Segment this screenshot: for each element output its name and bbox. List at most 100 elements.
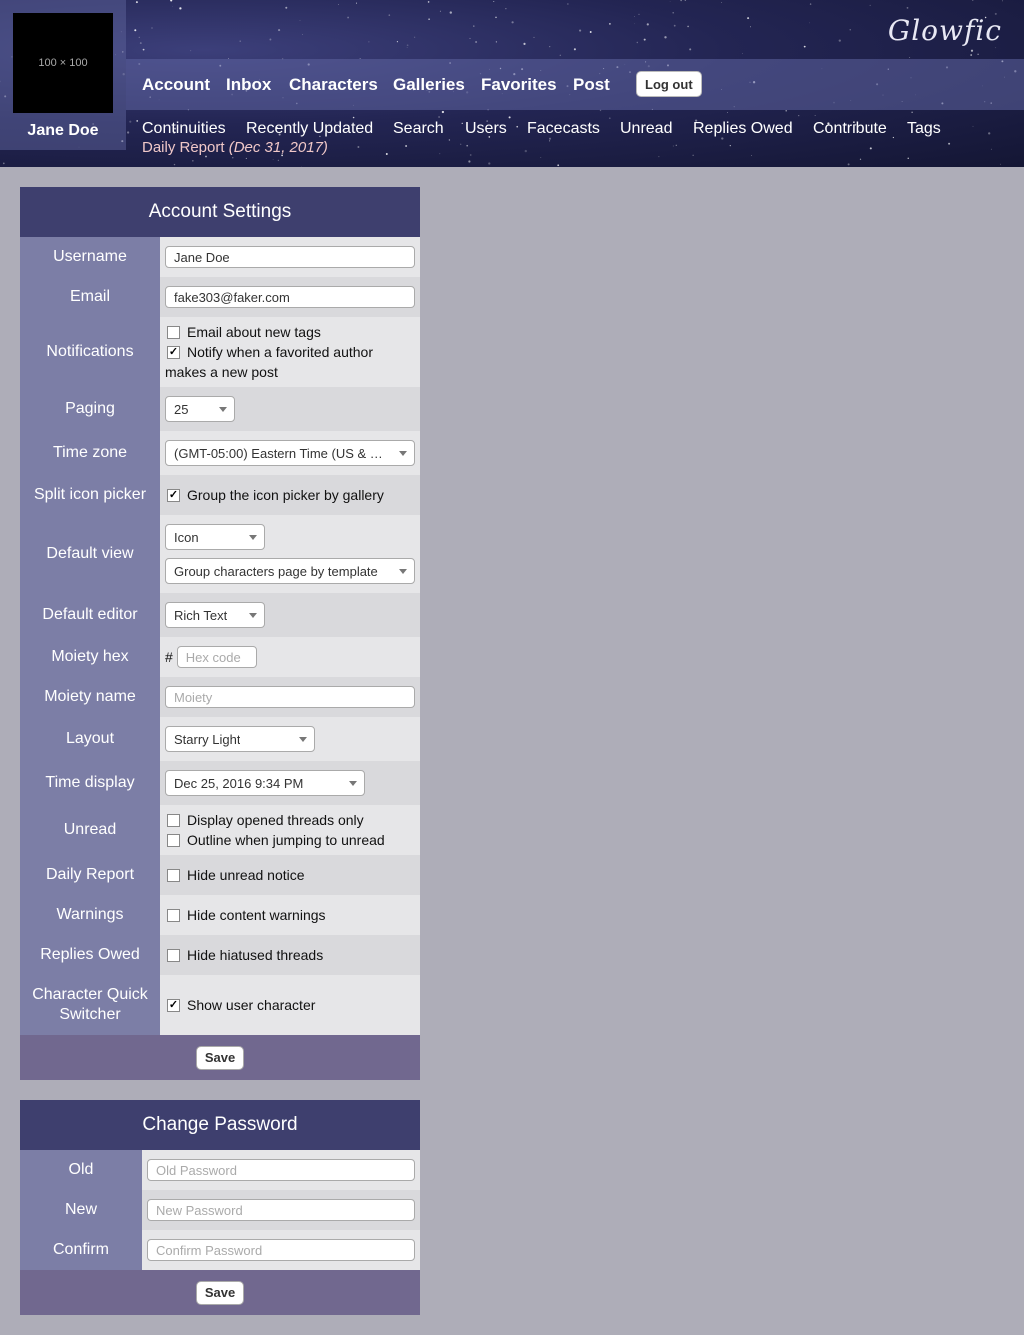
character-grouping-select[interactable]: Group characters page by template bbox=[165, 558, 415, 584]
chevron-down-icon bbox=[399, 451, 407, 456]
star bbox=[448, 139, 451, 141]
star bbox=[232, 157, 234, 159]
split-icon-picker-text: Group the icon picker by gallery bbox=[187, 487, 384, 503]
star bbox=[338, 4, 339, 5]
star bbox=[135, 1, 138, 4]
star bbox=[151, 27, 153, 29]
star bbox=[859, 158, 862, 160]
star bbox=[469, 37, 471, 39]
star bbox=[747, 17, 750, 20]
default-editor-value: Rich Text bbox=[174, 607, 228, 623]
star bbox=[495, 16, 497, 19]
confirm-password-input[interactable] bbox=[147, 1239, 415, 1261]
daily-report-label: Daily Report bbox=[142, 139, 225, 156]
nav-facecasts[interactable]: Facecasts bbox=[527, 120, 600, 138]
star bbox=[658, 156, 660, 158]
star bbox=[646, 23, 649, 26]
quick-switcher-row: Character Quick Switcher ✓ Show user char… bbox=[20, 975, 420, 1035]
nav-replies-owed[interactable]: Replies Owed bbox=[693, 120, 793, 138]
star bbox=[798, 115, 800, 117]
nav-tags[interactable]: Tags bbox=[907, 120, 941, 138]
default-editor-select[interactable]: Rich Text bbox=[165, 602, 265, 628]
avatar[interactable]: 100 × 100 bbox=[13, 13, 113, 113]
hide-hiatused-threads-checkbox[interactable] bbox=[167, 949, 180, 962]
site-logo[interactable]: Glowfic bbox=[888, 14, 1002, 47]
hide-unread-notice-checkbox[interactable] bbox=[167, 869, 180, 882]
split-icon-picker-checkbox[interactable]: ✓ bbox=[167, 489, 180, 502]
old-password-input[interactable] bbox=[147, 1159, 415, 1181]
nav-search[interactable]: Search bbox=[393, 120, 444, 138]
star bbox=[142, 48, 145, 51]
star bbox=[239, 40, 241, 42]
star bbox=[475, 41, 478, 43]
star bbox=[524, 149, 527, 153]
new-password-input[interactable] bbox=[147, 1199, 415, 1221]
user-name[interactable]: Jane Doe bbox=[0, 122, 126, 140]
star bbox=[988, 132, 991, 135]
star bbox=[493, 1, 495, 3]
nav-galleries[interactable]: Galleries bbox=[393, 75, 465, 95]
star bbox=[441, 110, 445, 114]
star bbox=[999, 163, 1002, 165]
paging-select[interactable]: 25 bbox=[165, 396, 235, 422]
star bbox=[972, 125, 974, 127]
save-settings-button[interactable]: Save bbox=[195, 1045, 245, 1070]
paging-label: Paging bbox=[20, 387, 160, 431]
old-password-label: Old bbox=[20, 1150, 142, 1190]
layout-row: Layout Starry Light bbox=[20, 717, 420, 761]
hide-content-warnings-checkbox[interactable] bbox=[167, 909, 180, 922]
hash-prefix: # bbox=[165, 649, 173, 665]
daily-report-link[interactable]: Daily Report (Dec 31, 2017) bbox=[142, 139, 328, 156]
nav-continuities[interactable]: Continuities bbox=[142, 120, 226, 138]
username-label: Username bbox=[20, 237, 160, 277]
star bbox=[468, 160, 471, 163]
hide-unread-notice-text: Hide unread notice bbox=[187, 867, 305, 883]
time-display-label: Time display bbox=[20, 761, 160, 805]
star bbox=[302, 33, 304, 35]
opened-threads-only-checkbox[interactable] bbox=[167, 814, 180, 827]
star bbox=[299, 20, 301, 22]
star bbox=[278, 29, 281, 32]
nav-account[interactable]: Account bbox=[142, 75, 210, 95]
email-new-tags-checkbox[interactable] bbox=[167, 326, 180, 339]
nav-inbox[interactable]: Inbox bbox=[226, 75, 271, 95]
star bbox=[2, 162, 5, 165]
notify-favorited-author-checkbox[interactable]: ✓ bbox=[167, 346, 180, 359]
star bbox=[138, 36, 141, 39]
character-grouping-value: Group characters page by template bbox=[174, 563, 378, 579]
star bbox=[134, 29, 137, 32]
time-zone-select[interactable]: (GMT-05:00) Eastern Time (US & Canada) bbox=[165, 440, 415, 466]
nav-recently-updated[interactable]: Recently Updated bbox=[246, 120, 373, 138]
nav-favorites[interactable]: Favorites bbox=[481, 75, 557, 95]
username-input[interactable] bbox=[165, 246, 415, 268]
default-view-select[interactable]: Icon bbox=[165, 524, 265, 550]
save-password-button[interactable]: Save bbox=[195, 1280, 245, 1305]
email-input[interactable] bbox=[165, 286, 415, 308]
star bbox=[172, 5, 174, 7]
star bbox=[727, 112, 728, 113]
nav-contribute[interactable]: Contribute bbox=[813, 120, 887, 138]
nav-post[interactable]: Post bbox=[573, 75, 610, 95]
header: 100 × 100 Jane Doe Glowfic Account Inbox… bbox=[0, 0, 1024, 167]
star bbox=[126, 131, 130, 134]
default-view-row: Default view Icon Group characters page … bbox=[20, 515, 420, 593]
nav-characters[interactable]: Characters bbox=[289, 75, 378, 95]
star bbox=[741, 53, 743, 54]
logout-button[interactable]: Log out bbox=[636, 71, 702, 97]
outline-unread-checkbox[interactable] bbox=[167, 834, 180, 847]
default-view-label: Default view bbox=[20, 515, 160, 593]
star bbox=[995, 47, 997, 49]
split-icon-picker-label: Split icon picker bbox=[20, 475, 160, 515]
star bbox=[684, 0, 686, 1]
star bbox=[729, 144, 731, 147]
star bbox=[427, 1, 430, 3]
hide-content-warnings-text: Hide content warnings bbox=[187, 907, 326, 923]
nav-unread[interactable]: Unread bbox=[620, 120, 672, 138]
nav-users[interactable]: Users bbox=[465, 120, 507, 138]
star bbox=[469, 154, 472, 156]
moiety-hex-input[interactable] bbox=[176, 646, 257, 668]
layout-select[interactable]: Starry Light bbox=[165, 726, 315, 752]
moiety-name-input[interactable] bbox=[165, 686, 415, 708]
show-user-character-checkbox[interactable]: ✓ bbox=[167, 999, 180, 1012]
time-display-select[interactable]: Dec 25, 2016 9:34 PM bbox=[165, 770, 365, 796]
